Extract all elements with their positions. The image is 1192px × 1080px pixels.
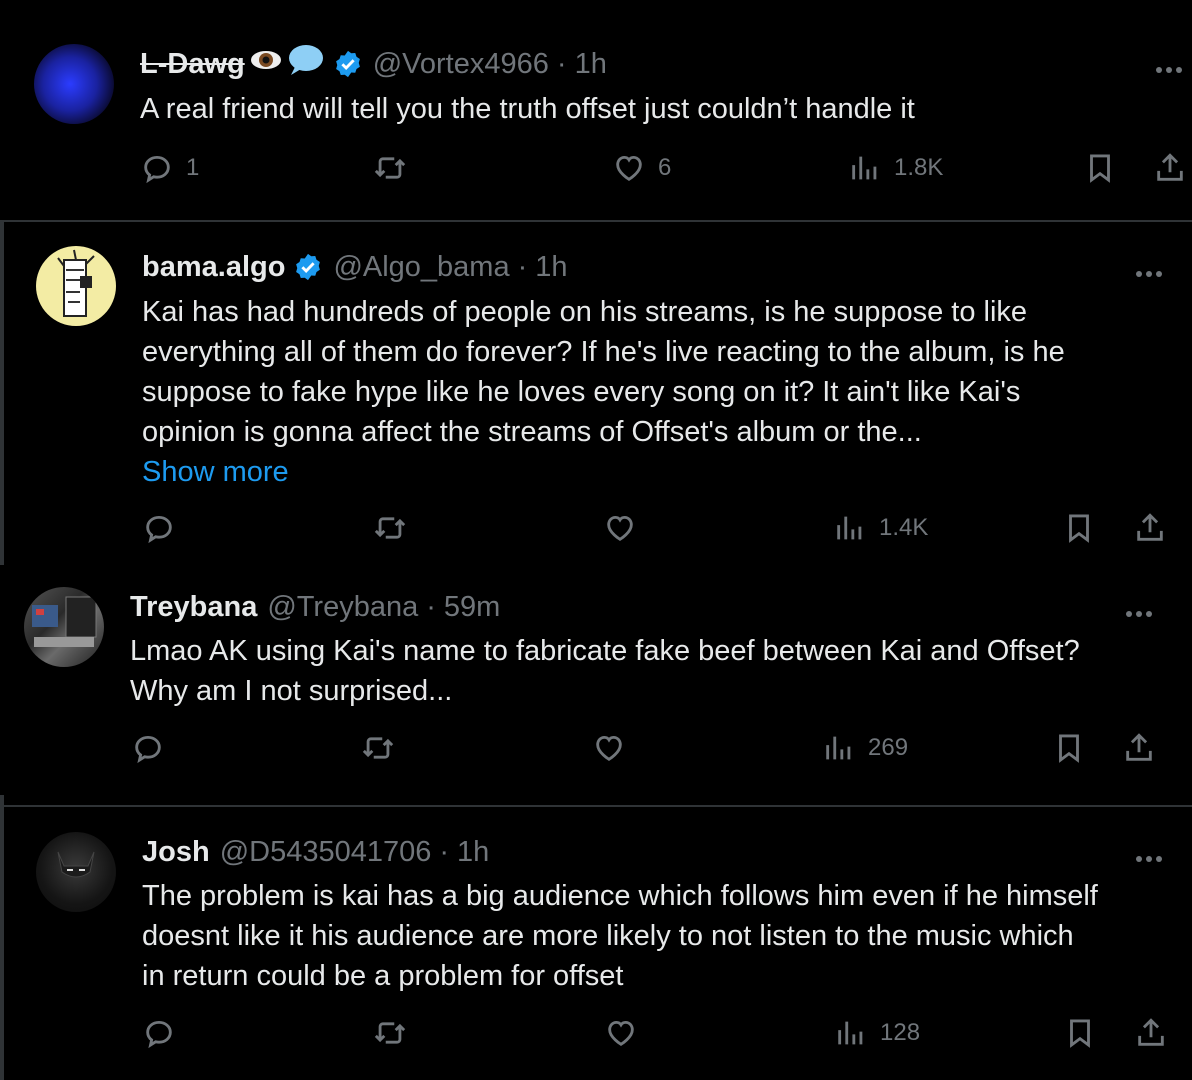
reply-icon bbox=[144, 155, 170, 184]
share-button[interactable] bbox=[1133, 511, 1167, 545]
like-button[interactable]: 6 bbox=[612, 151, 671, 185]
display-name[interactable]: Treybana bbox=[130, 591, 257, 624]
show-more-link[interactable]: Show more bbox=[142, 452, 1065, 492]
reply-count: 1 bbox=[186, 154, 200, 181]
retweet-button[interactable] bbox=[373, 511, 407, 545]
view-count: 1.4K bbox=[879, 514, 929, 541]
avatar[interactable] bbox=[36, 832, 116, 912]
share-button[interactable] bbox=[1134, 1016, 1168, 1050]
verified-badge-icon bbox=[296, 253, 321, 281]
heart-icon bbox=[596, 735, 622, 761]
handle[interactable]: @Treybana bbox=[267, 591, 418, 624]
reply-icon bbox=[146, 1020, 172, 1049]
bookmark-button[interactable] bbox=[1052, 731, 1086, 765]
analytics-icon bbox=[838, 1021, 863, 1045]
like-button[interactable] bbox=[592, 731, 626, 765]
analytics-icon bbox=[837, 516, 862, 540]
retweet-button[interactable] bbox=[373, 1016, 407, 1050]
separator-dot: · bbox=[426, 590, 436, 623]
retweet-icon bbox=[374, 517, 406, 539]
bookmark-icon bbox=[1070, 1019, 1090, 1048]
views-button[interactable]: 1.8K bbox=[848, 151, 943, 185]
speech-bubble-icon bbox=[285, 43, 325, 85]
views-button[interactable]: 269 bbox=[822, 731, 908, 765]
retweet-button[interactable] bbox=[373, 151, 407, 185]
tweet-3: Treybana @Treybana · 59m Lmao AK using K… bbox=[0, 565, 1192, 805]
handle[interactable]: @D5435041706 bbox=[220, 836, 432, 869]
analytics-icon bbox=[852, 156, 877, 180]
heart-icon bbox=[608, 1020, 634, 1046]
bookmark-button[interactable] bbox=[1062, 511, 1096, 545]
bookmark-icon bbox=[1069, 514, 1089, 543]
reply-icon bbox=[146, 515, 172, 544]
tweet-4: Josh @D5435041706 · 1h The problem is ka… bbox=[0, 807, 1192, 1080]
share-icon bbox=[1138, 1018, 1164, 1046]
heart-icon bbox=[616, 155, 642, 181]
more-options-icon[interactable] bbox=[1136, 849, 1166, 867]
retweet-icon bbox=[374, 1022, 406, 1044]
tweet-text: Lmao AK using Kai's name to fabricate fa… bbox=[130, 635, 1080, 707]
more-options-icon[interactable] bbox=[1136, 264, 1166, 282]
avatar[interactable] bbox=[24, 587, 104, 667]
separator-dot: · bbox=[517, 250, 528, 283]
share-button[interactable] bbox=[1153, 151, 1187, 185]
timestamp[interactable]: 59m bbox=[444, 591, 500, 624]
reply-button[interactable] bbox=[142, 511, 176, 545]
avatar[interactable] bbox=[34, 44, 114, 124]
tweet-1: L-Dawg @Vortex4966 · 1h A real friend wi… bbox=[0, 0, 1192, 220]
separator-dot: · bbox=[556, 47, 567, 80]
share-icon bbox=[1157, 153, 1183, 181]
display-name[interactable]: L-Dawg bbox=[140, 48, 245, 81]
tweet-2: bama.algo @Algo_bama · 1h Kai has had hu… bbox=[0, 222, 1192, 565]
reply-button[interactable] bbox=[131, 731, 165, 765]
like-button[interactable] bbox=[604, 1016, 638, 1050]
reply-icon bbox=[135, 735, 161, 764]
tweet-text: The problem is kai has a big audience wh… bbox=[142, 880, 1098, 992]
retweet-icon bbox=[374, 157, 406, 179]
bookmark-icon bbox=[1059, 734, 1079, 763]
more-options-icon[interactable] bbox=[1126, 604, 1156, 622]
reply-button[interactable] bbox=[142, 1016, 176, 1050]
views-button[interactable]: 128 bbox=[834, 1016, 920, 1050]
like-button[interactable] bbox=[603, 511, 637, 545]
views-button[interactable]: 1.4K bbox=[833, 511, 928, 545]
view-count: 269 bbox=[868, 734, 909, 761]
timestamp[interactable]: 1h bbox=[457, 836, 489, 869]
separator-dot: · bbox=[439, 835, 450, 868]
tweet-text: A real friend will tell you the truth of… bbox=[140, 93, 915, 125]
retweet-icon bbox=[362, 737, 394, 759]
reply-button[interactable]: 1 bbox=[140, 151, 199, 185]
timestamp[interactable]: 1h bbox=[535, 251, 567, 284]
bookmark-button[interactable] bbox=[1083, 151, 1117, 185]
tweet-text: Kai has had hundreds of people on his st… bbox=[142, 292, 1065, 492]
eye-icon bbox=[249, 47, 283, 81]
heart-icon bbox=[607, 515, 633, 541]
analytics-icon bbox=[826, 736, 851, 760]
share-button[interactable] bbox=[1122, 731, 1156, 765]
display-name[interactable]: Josh bbox=[142, 836, 210, 869]
like-count: 6 bbox=[658, 154, 672, 181]
handle[interactable]: @Vortex4966 bbox=[373, 48, 549, 81]
timestamp[interactable]: 1h bbox=[575, 48, 607, 81]
view-count: 128 bbox=[880, 1019, 921, 1046]
view-count: 1.8K bbox=[894, 154, 944, 181]
display-name[interactable]: bama.algo bbox=[142, 251, 285, 284]
share-icon bbox=[1137, 513, 1163, 541]
share-icon bbox=[1126, 733, 1152, 761]
bookmark-button[interactable] bbox=[1063, 1016, 1097, 1050]
avatar[interactable] bbox=[36, 246, 116, 326]
retweet-button[interactable] bbox=[361, 731, 395, 765]
more-options-icon[interactable] bbox=[1156, 60, 1186, 78]
handle[interactable]: @Algo_bama bbox=[333, 251, 509, 284]
bookmark-icon bbox=[1090, 154, 1110, 183]
verified-badge-icon bbox=[335, 50, 360, 78]
